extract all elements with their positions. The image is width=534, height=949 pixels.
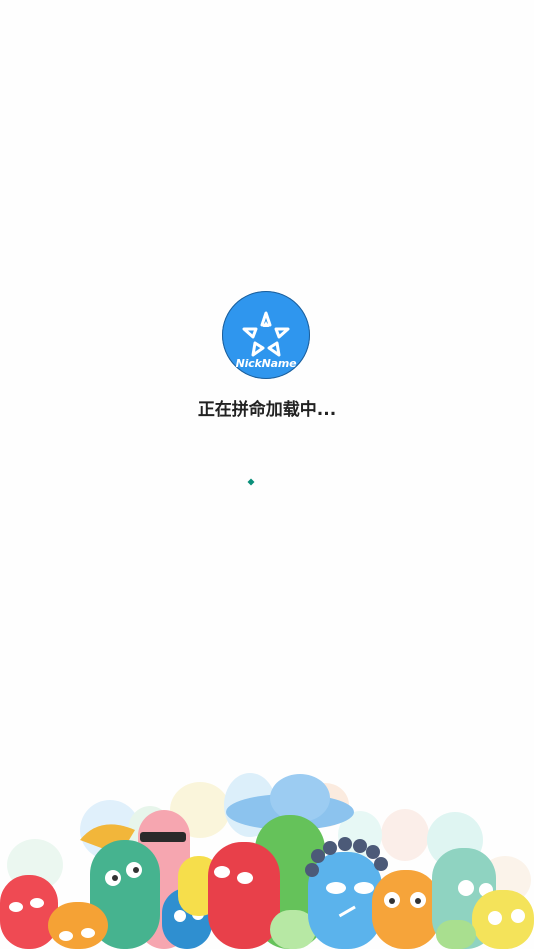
- splash-screen: NickName 正在拼命加载中...: [0, 0, 534, 949]
- loading-spinner-icon: [247, 478, 255, 486]
- app-logo: NickName: [222, 291, 310, 379]
- cartoon-crowd-illustration: [0, 773, 534, 949]
- loading-message: 正在拼命加载中...: [197, 400, 337, 420]
- logo-brand-text: NickName: [235, 357, 297, 370]
